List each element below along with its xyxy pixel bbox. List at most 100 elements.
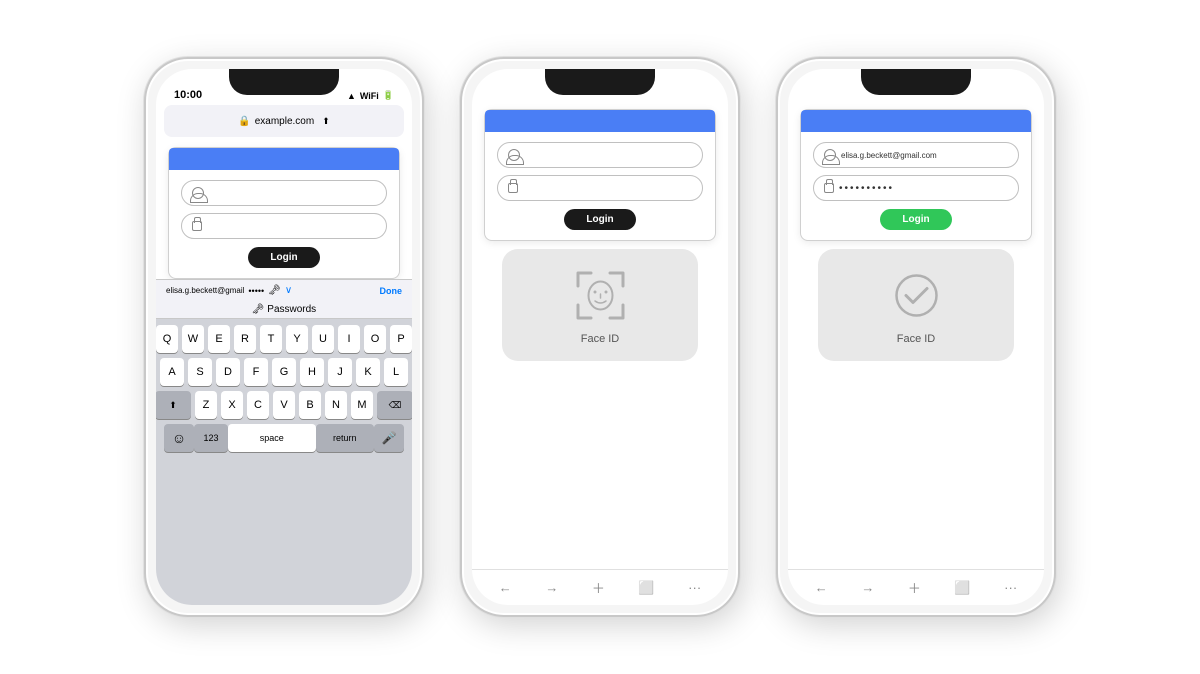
pw-icon-2 xyxy=(508,183,518,193)
status-icons-1: ▲ WiFi 🔋 xyxy=(347,90,394,101)
user-icon-3 xyxy=(824,149,836,161)
status-time-1: 10:00 xyxy=(174,89,202,101)
key-g[interactable]: G xyxy=(272,358,296,386)
key-p[interactable]: P xyxy=(390,325,412,353)
face-id-icon-3 xyxy=(886,265,946,325)
key-v[interactable]: V xyxy=(273,391,295,419)
passwords-label-text: 🗝 Passwords xyxy=(252,304,316,315)
passwords-label: 🗝 Passwords xyxy=(156,301,412,319)
key-row-2: A S D F G H J K L xyxy=(160,358,408,386)
key-space[interactable]: space xyxy=(228,424,316,452)
card-header-1 xyxy=(169,148,399,170)
key-i[interactable]: I xyxy=(338,325,360,353)
face-check-svg xyxy=(889,268,944,323)
nav-add-2[interactable]: ＋ xyxy=(592,578,605,597)
key-b[interactable]: B xyxy=(299,391,321,419)
key-z[interactable]: Z xyxy=(195,391,217,419)
key-y[interactable]: Y xyxy=(286,325,308,353)
notch-2 xyxy=(545,69,655,95)
card-header-2 xyxy=(485,110,715,132)
pw-icon-1 xyxy=(192,221,202,231)
key-n[interactable]: N xyxy=(325,391,347,419)
login-button-1[interactable]: Login xyxy=(248,247,319,268)
phone-3-screen: elisa.g.beckett@gmail.com •••••••••• Log… xyxy=(788,69,1044,605)
nav-more-3[interactable]: ··· xyxy=(1004,580,1017,595)
key-h[interactable]: H xyxy=(300,358,324,386)
key-row-4: ☺ 123 space return 🎤 xyxy=(160,424,408,452)
nav-tabs-2[interactable]: ⬜ xyxy=(638,580,654,596)
key-r[interactable]: R xyxy=(234,325,256,353)
key-d[interactable]: D xyxy=(216,358,240,386)
key-a[interactable]: A xyxy=(160,358,184,386)
password-field-1[interactable] xyxy=(181,213,387,239)
autofill-bar[interactable]: elisa.g.beckett@gmail ••••• 🗝 ∨ Done xyxy=(156,279,412,301)
nav-back-3[interactable]: ← xyxy=(815,580,828,595)
phone-3: elisa.g.beckett@gmail.com •••••••••• Log… xyxy=(776,57,1056,617)
url-text: example.com xyxy=(255,116,314,127)
login-card-2: Login xyxy=(484,109,716,241)
face-id-icon-2 xyxy=(570,265,630,325)
phone-1-screen: 10:00 ▲ WiFi 🔋 🔒 example.com ⬆ xyxy=(156,69,412,605)
key-emoji[interactable]: ☺ xyxy=(164,424,194,452)
key-delete[interactable]: ⌫ xyxy=(377,391,412,419)
address-bar[interactable]: 🔒 example.com ⬆ xyxy=(164,105,404,137)
key-e[interactable]: E xyxy=(208,325,230,353)
key-q[interactable]: Q xyxy=(156,325,178,353)
username-value-3: elisa.g.beckett@gmail.com xyxy=(841,151,937,160)
login-card-1: Login xyxy=(168,147,400,279)
password-field-2[interactable] xyxy=(497,175,703,201)
phone-1: 10:00 ▲ WiFi 🔋 🔒 example.com ⬆ xyxy=(144,57,424,617)
key-m[interactable]: M xyxy=(351,391,373,419)
autofill-email: elisa.g.beckett@gmail xyxy=(166,286,244,295)
username-field-3[interactable]: elisa.g.beckett@gmail.com xyxy=(813,142,1019,168)
face-id-popup-2: Face ID xyxy=(502,249,698,361)
key-return[interactable]: return xyxy=(316,424,374,452)
key-c[interactable]: C xyxy=(247,391,269,419)
password-field-3[interactable]: •••••••••• xyxy=(813,175,1019,201)
key-l[interactable]: L xyxy=(384,358,408,386)
username-field-2[interactable] xyxy=(497,142,703,168)
username-field-1[interactable] xyxy=(181,180,387,206)
key-s[interactable]: S xyxy=(188,358,212,386)
phone-2: Login xyxy=(460,57,740,617)
password-value-3: •••••••••• xyxy=(839,183,894,194)
key-x[interactable]: X xyxy=(221,391,243,419)
nav-forward-3[interactable]: → xyxy=(861,580,874,595)
key-k[interactable]: K xyxy=(356,358,380,386)
key-row-1: Q W E R T Y U I O P xyxy=(160,325,408,353)
nav-tabs-3[interactable]: ⬜ xyxy=(954,580,970,596)
phones-container: 10:00 ▲ WiFi 🔋 🔒 example.com ⬆ xyxy=(124,37,1076,637)
autofill-chevron[interactable]: ∨ xyxy=(285,285,292,296)
nav-back-2[interactable]: ← xyxy=(499,580,512,595)
key-f[interactable]: F xyxy=(244,358,268,386)
autofill-left: elisa.g.beckett@gmail ••••• 🗝 ∨ xyxy=(166,285,292,296)
key-t[interactable]: T xyxy=(260,325,282,353)
user-icon-2 xyxy=(508,149,520,161)
key-w[interactable]: W xyxy=(182,325,204,353)
share-icon: ⬆ xyxy=(322,116,330,127)
face-id-popup-3: Face ID xyxy=(818,249,1014,361)
key-u[interactable]: U xyxy=(312,325,334,353)
phone-2-screen: Login xyxy=(472,69,728,605)
notch-1 xyxy=(229,69,339,95)
bottom-nav-3: ← → ＋ ⬜ ··· xyxy=(788,569,1044,605)
nav-more-2[interactable]: ··· xyxy=(688,580,701,595)
key-mic[interactable]: 🎤 xyxy=(374,424,404,452)
nav-forward-2[interactable]: → xyxy=(545,580,558,595)
pw-icon-3 xyxy=(824,183,834,193)
key-shift[interactable]: ⬆ xyxy=(156,391,191,419)
notch-3 xyxy=(861,69,971,95)
lock-icon: 🔒 xyxy=(238,116,250,127)
face-id-label-2: Face ID xyxy=(581,333,620,345)
login-card-3: elisa.g.beckett@gmail.com •••••••••• Log… xyxy=(800,109,1032,241)
face-id-label-3: Face ID xyxy=(897,333,936,345)
nav-add-3[interactable]: ＋ xyxy=(908,578,921,597)
keyboard: Q W E R T Y U I O P A S D F G xyxy=(156,319,412,605)
login-button-2[interactable]: Login xyxy=(564,209,635,230)
login-button-3[interactable]: Login xyxy=(880,209,951,230)
key-o[interactable]: O xyxy=(364,325,386,353)
key-j[interactable]: J xyxy=(328,358,352,386)
user-icon-1 xyxy=(192,187,204,199)
key-123[interactable]: 123 xyxy=(194,424,228,452)
autofill-done[interactable]: Done xyxy=(380,286,403,296)
